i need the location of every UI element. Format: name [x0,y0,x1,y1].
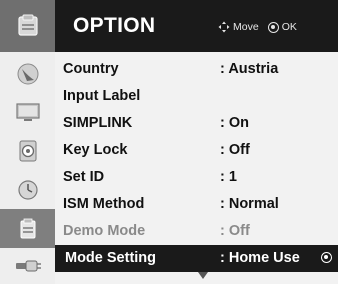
input-icon [15,260,41,271]
audio-icon [19,140,36,161]
option-label: Country [63,61,119,77]
scroll-down-arrow-icon[interactable] [198,272,208,279]
option-row-mode-setting[interactable]: Mode Setting : Home Use [55,245,338,272]
option-value: : Off [220,142,250,158]
picture-icon [15,102,40,121]
option-value: : Off [220,223,250,239]
option-row-key-lock[interactable]: Key Lock : Off [55,137,338,164]
sidebar-tab-option-header[interactable] [0,0,55,52]
sidebar-tab-option[interactable] [0,209,55,248]
move-hint-label: Move [233,21,259,33]
option-row-input-label[interactable]: Input Label [55,83,338,110]
move-arrows-icon [218,21,230,33]
option-list: Country : Austria Input Label SIMPLINK :… [55,56,338,272]
ok-select-icon [321,252,332,263]
ok-button-icon [267,21,279,33]
option-row-simplink[interactable]: SIMPLINK : On [55,110,338,137]
sidebar-tab-time[interactable] [0,170,55,209]
option-row-set-id[interactable]: Set ID : 1 [55,164,338,191]
option-label: ISM Method [63,196,145,212]
option-value: : Home Use [220,250,300,266]
option-label: Mode Setting [65,250,157,266]
category-sidebar [0,0,55,284]
sidebar-tab-input[interactable] [0,246,55,285]
sidebar-tab-audio[interactable] [0,131,55,170]
navigation-hint: Move OK [218,21,297,33]
option-row-ism-method[interactable]: ISM Method : Normal [55,191,338,218]
option-icon [20,218,35,238]
option-label: Input Label [63,88,141,104]
option-icon [17,14,38,36]
sidebar-tab-picture[interactable] [0,92,55,131]
page-title: OPTION [73,14,156,37]
sidebar-tab-setup[interactable] [0,54,55,93]
option-label: Key Lock [63,142,128,158]
option-value: : Normal [220,196,279,212]
option-row-country[interactable]: Country : Austria [55,56,338,83]
tv-option-menu: OPTION Move OK Country : Austria Input L… [0,0,338,284]
menu-header: OPTION Move OK [55,0,338,52]
option-value: : Austria [220,61,279,77]
time-icon [17,179,38,200]
satellite-dish-icon [17,63,38,84]
option-value: : On [220,115,249,131]
option-value: : 1 [220,169,237,185]
ok-hint-label: OK [281,21,297,33]
option-panel: OPTION Move OK Country : Austria Input L… [55,0,338,284]
option-row-demo-mode: Demo Mode : Off [55,218,338,245]
option-label: Set ID [63,169,105,185]
option-label: Demo Mode [63,223,146,239]
option-label: SIMPLINK [63,115,133,131]
